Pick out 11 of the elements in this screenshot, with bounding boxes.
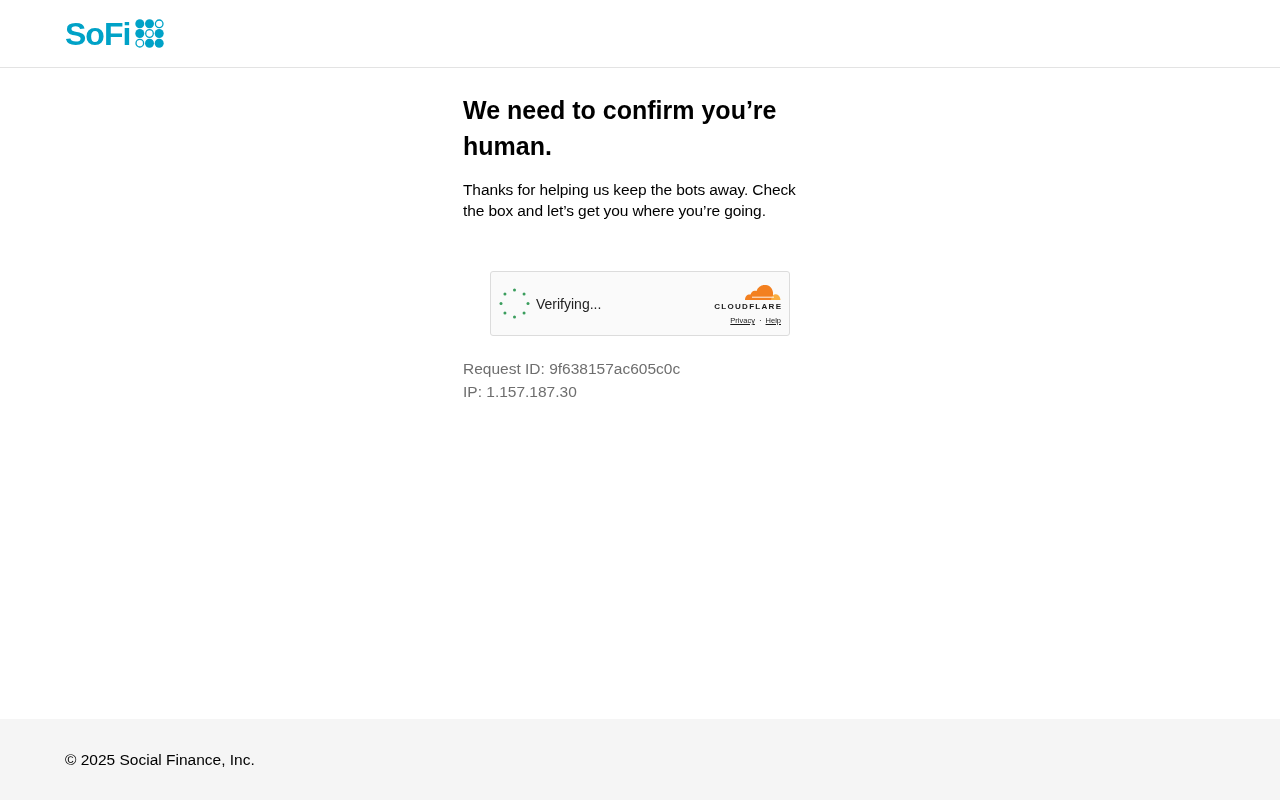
brand-wordmark: CLOUDFLARE <box>714 302 783 312</box>
cloud-icon <box>744 284 781 301</box>
copyright-text: © 2025 Social Finance, Inc. <box>65 750 255 769</box>
request-info-text: Request ID: 9f638157ac605c0c <box>463 359 682 379</box>
page-heading: We need to confirm you’re human. <box>463 95 778 162</box>
request-info-text: IP: 1.157.187.30 <box>463 382 578 402</box>
link-separator: · <box>758 316 762 325</box>
verifying-status: Verifying... <box>536 295 603 312</box>
intro-text: Thanks for helping us keep the bots away. Check the box and let’s get you where you’re going. <box>463 180 797 221</box>
spinner-icon <box>499 288 530 319</box>
dot-grid-icon <box>135 19 165 48</box>
